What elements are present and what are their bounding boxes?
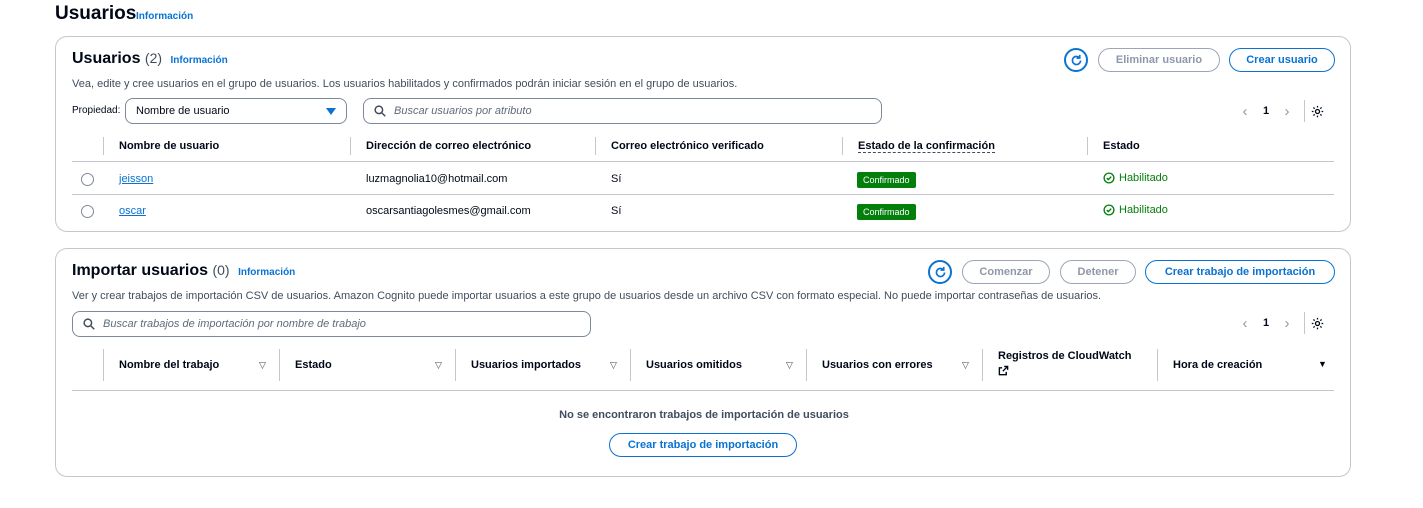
column-cloudwatch-logs[interactable]: Registros de CloudWatch [998,350,1138,379]
column-divider [982,349,983,381]
users-count: (2) [144,50,163,66]
email-cell: luzmagnolia10@hotmail.com [366,173,508,185]
column-status[interactable]: Estado [1103,140,1140,152]
chevron-right-icon[interactable]: › [1276,315,1298,332]
username-link[interactable]: oscar [119,205,146,217]
chevron-left-icon[interactable]: ‹ [1234,315,1256,332]
import-search-input[interactable]: Buscar trabajos de importación por nombr… [72,311,591,337]
verified-cell: Sí [611,173,622,185]
import-info-link[interactable]: Información [238,267,295,278]
users-panel-title: Usuarios [72,50,141,67]
import-users-panel: Importar usuarios (0) Información Ver y … [55,248,1351,477]
enabled-status: Habilitado [1103,204,1168,216]
external-link-icon [998,365,1009,376]
import-refresh-button[interactable] [928,260,952,284]
column-creation-time[interactable]: Hora de creación [1173,359,1262,371]
empty-create-import-job-button[interactable]: Crear trabajo de importación [609,433,797,457]
column-divider [279,349,280,381]
sort-icon[interactable]: ▽ [435,360,442,371]
column-email-verified[interactable]: Correo electrónico verificado [611,140,764,152]
property-select-value: Nombre de usuario [136,105,230,117]
header-divider [72,390,1334,391]
sort-icon[interactable]: ▽ [610,360,617,371]
column-divider [350,137,351,155]
import-count: (0) [212,262,230,278]
check-circle-icon [1103,204,1115,216]
users-description: Vea, edite y cree usuarios en el grupo d… [72,78,738,90]
create-user-button[interactable]: Crear usuario [1229,48,1335,72]
chevron-right-icon[interactable]: › [1276,103,1298,120]
status-text: Habilitado [1119,204,1168,216]
column-divider [103,137,104,155]
column-cloudwatch-label: Registros de CloudWatch [998,350,1132,362]
username-link[interactable]: jeisson [119,173,153,185]
sort-icon[interactable]: ▽ [962,360,969,371]
column-divider [630,349,631,381]
column-status[interactable]: Estado [295,359,332,371]
import-panel-header: Importar usuarios (0) Información [72,262,295,280]
create-import-job-button[interactable]: Crear trabajo de importación [1145,260,1335,284]
users-search-input[interactable]: Buscar usuarios por atributo [363,98,882,124]
column-username[interactable]: Nombre de usuario [119,140,219,152]
import-pagination: ‹ 1 › [1234,312,1324,334]
column-job-name[interactable]: Nombre del trabajo [119,359,219,371]
row-select-radio[interactable] [81,173,94,186]
column-divider [1157,349,1158,381]
verified-cell: Sí [611,205,622,217]
page-title: Usuarios [55,3,137,24]
caret-down-icon [326,108,336,115]
import-search-placeholder: Buscar trabajos de importación por nombr… [103,318,366,330]
status-badge: Confirmado [857,204,916,220]
check-circle-icon [1103,172,1115,184]
row-divider [72,194,1334,195]
import-description: Ver y crear trabajos de importación CSV … [72,290,1102,302]
email-cell: oscarsantiagolesmes@gmail.com [366,205,531,217]
column-failed-users[interactable]: Usuarios con errores [822,359,933,371]
start-import-button[interactable]: Comenzar [962,260,1050,284]
column-divider [806,349,807,381]
users-panel: Usuarios (2) Información Vea, edite y cr… [55,36,1351,232]
gear-icon[interactable] [1311,105,1324,118]
column-divider [595,137,596,155]
refresh-icon [1071,54,1081,65]
refresh-icon [935,266,945,277]
column-email[interactable]: Dirección de correo electrónico [366,140,531,152]
import-page-number[interactable]: 1 [1256,317,1276,329]
delete-user-button[interactable]: Eliminar usuario [1098,48,1220,72]
pager-divider [1304,100,1305,122]
status-badge: Confirmado [857,172,916,188]
enabled-status: Habilitado [1103,172,1168,184]
sort-icon[interactable]: ▽ [259,360,266,371]
users-panel-header: Usuarios (2) Información [72,50,228,68]
property-label: Propiedad: [72,105,121,116]
search-icon [374,105,386,117]
sort-icon[interactable]: ▽ [786,360,793,371]
property-select[interactable]: Nombre de usuario [125,98,347,124]
status-text: Habilitado [1119,172,1168,184]
stop-import-button[interactable]: Detener [1060,260,1136,284]
search-icon [83,318,95,330]
users-search-placeholder: Buscar usuarios por atributo [394,105,532,117]
import-panel-title: Importar usuarios [72,262,209,279]
users-page-number[interactable]: 1 [1256,105,1276,117]
page-info-link[interactable]: Información [136,11,193,22]
column-skipped-users[interactable]: Usuarios omitidos [646,359,742,371]
users-info-link[interactable]: Información [171,55,228,66]
column-divider [842,137,843,155]
column-imported-users[interactable]: Usuarios importados [471,359,581,371]
gear-icon[interactable] [1311,317,1324,330]
column-divider [1087,137,1088,155]
row-select-radio[interactable] [81,205,94,218]
sort-desc-icon[interactable]: ▼ [1318,359,1327,369]
pager-divider [1304,312,1305,334]
chevron-left-icon[interactable]: ‹ [1234,103,1256,120]
header-divider [72,161,1334,162]
users-pagination: ‹ 1 › [1234,100,1324,122]
column-confirmation-status[interactable]: Estado de la confirmación [858,140,995,153]
users-refresh-button[interactable] [1064,48,1088,72]
column-divider [103,349,104,381]
column-divider [455,349,456,381]
empty-state-message: No se encontraron trabajos de importació… [559,409,849,421]
